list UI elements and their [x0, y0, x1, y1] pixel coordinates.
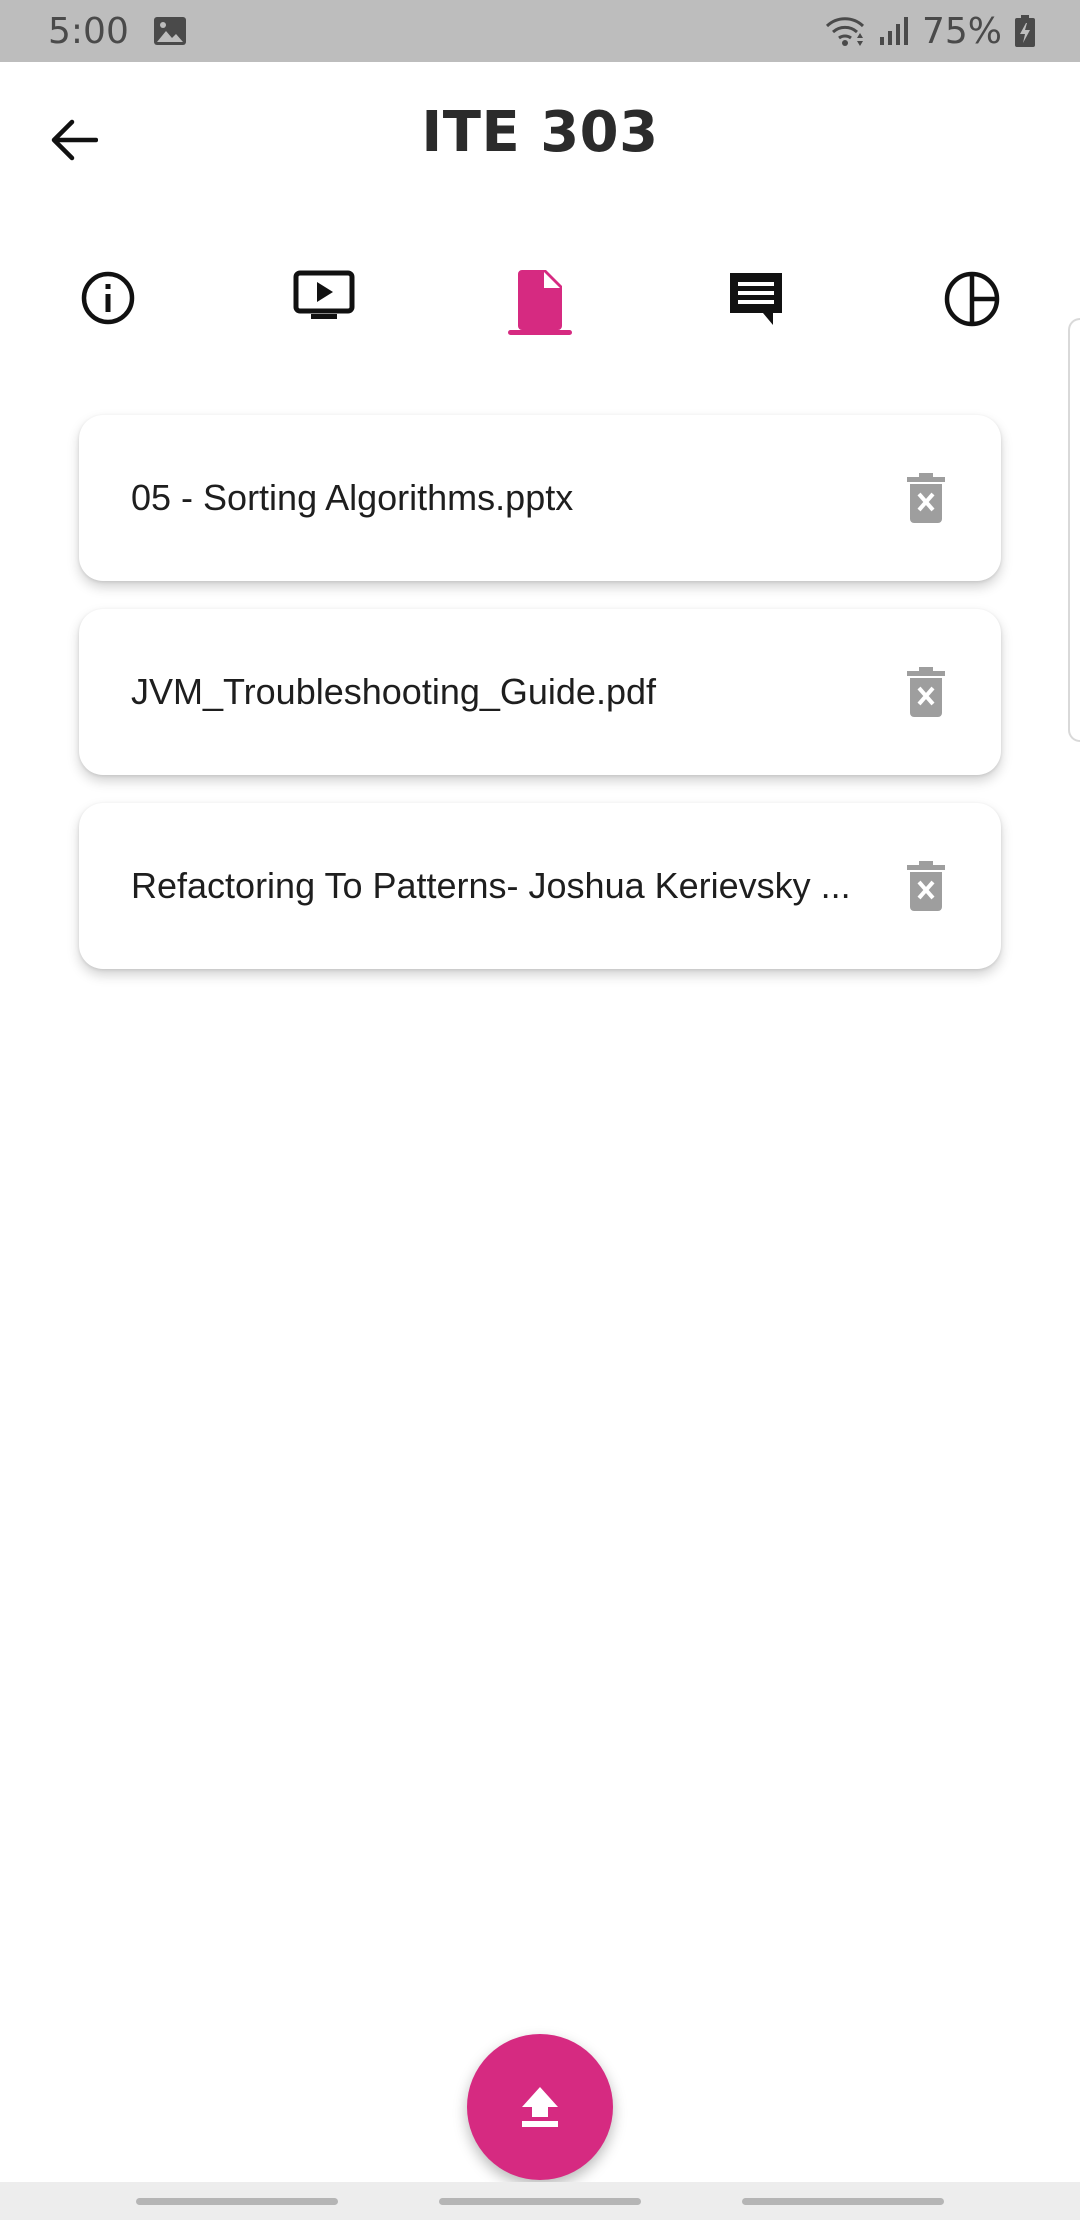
delete-button[interactable]	[901, 468, 951, 528]
video-icon	[293, 270, 355, 319]
system-nav-bar	[0, 2182, 1080, 2220]
chat-icon	[730, 273, 782, 325]
delete-button[interactable]	[901, 856, 951, 916]
upload-fab[interactable]	[467, 2034, 613, 2180]
info-icon	[81, 271, 135, 325]
status-bar: 5:00 75%	[0, 0, 1080, 62]
active-tab-indicator	[508, 330, 572, 335]
page-title: ITE 303	[421, 100, 659, 165]
nav-back[interactable]	[742, 2198, 944, 2205]
file-name: Refactoring To Patterns- Joshua Kerievsk…	[131, 865, 851, 906]
chart-icon	[944, 271, 1000, 327]
tab-video[interactable]	[269, 250, 379, 350]
image-icon	[153, 16, 187, 46]
file-item[interactable]: JVM_Troubleshooting_Guide.pdf	[79, 609, 1001, 775]
upload-icon	[522, 2087, 558, 2127]
file-name: 05 - Sorting Algorithms.pptx	[131, 477, 574, 518]
nav-recents[interactable]	[136, 2198, 338, 2205]
trash-icon	[907, 861, 945, 911]
nav-home[interactable]	[439, 2198, 641, 2205]
app-bar: ITE 303	[0, 62, 1080, 210]
file-item[interactable]: 05 - Sorting Algorithms.pptx	[79, 415, 1001, 581]
trash-icon	[907, 473, 945, 523]
status-time: 5:00	[48, 10, 129, 52]
battery-icon	[1014, 14, 1036, 48]
tab-files[interactable]	[485, 250, 595, 350]
file-icon	[518, 270, 562, 330]
tab-bar	[0, 250, 1080, 350]
file-name: JVM_Troubleshooting_Guide.pdf	[131, 671, 656, 712]
tab-info[interactable]	[53, 250, 163, 350]
battery-percent: 75%	[921, 10, 1002, 52]
tab-stats[interactable]	[917, 250, 1027, 350]
tab-chat[interactable]	[701, 250, 811, 350]
file-item[interactable]: Refactoring To Patterns- Joshua Kerievsk…	[79, 803, 1001, 969]
signal-icon	[878, 15, 910, 47]
wifi-icon	[824, 14, 866, 48]
trash-icon	[907, 667, 945, 717]
side-drawer-handle[interactable]	[1068, 318, 1080, 742]
delete-button[interactable]	[901, 662, 951, 722]
